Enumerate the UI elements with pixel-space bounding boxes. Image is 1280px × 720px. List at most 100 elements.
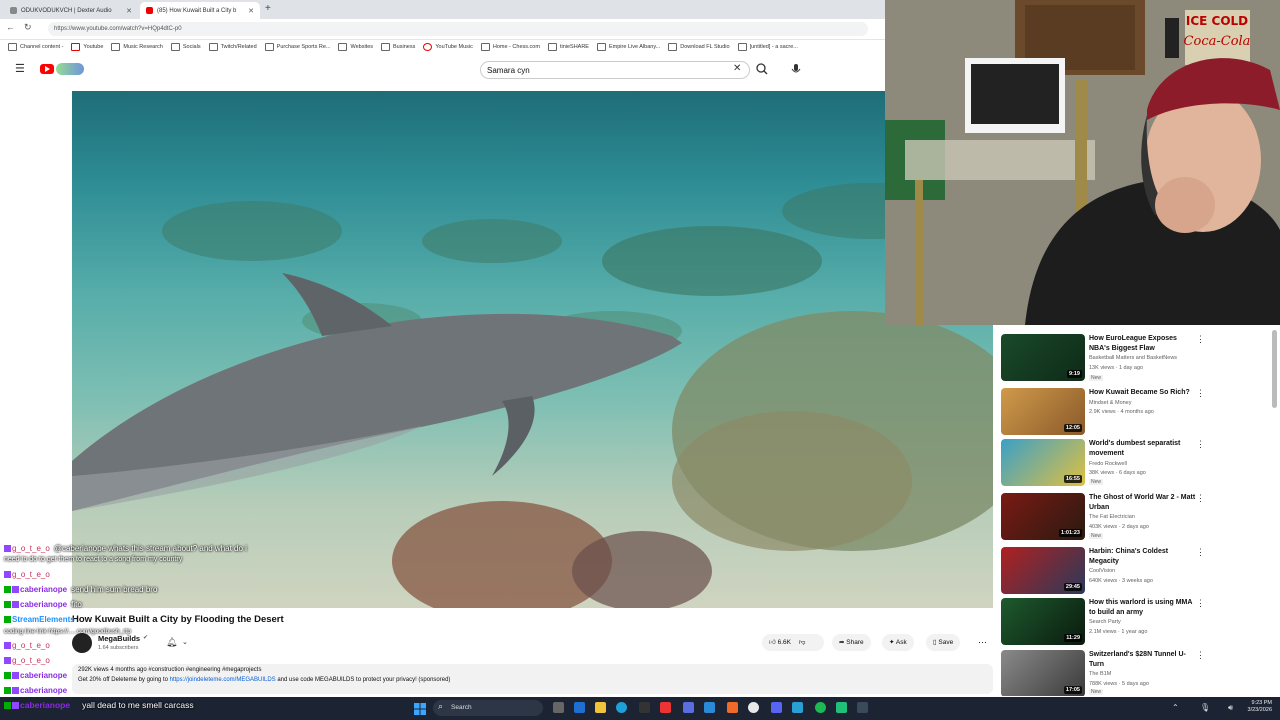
more-options-icon[interactable]: ⋮ — [1196, 388, 1205, 399]
like-button[interactable]: 👍︎ 6.6K — [769, 639, 791, 646]
search-button[interactable] — [752, 60, 772, 78]
recommendation-title[interactable]: Switzerland's $28N Tunnel U-Turn — [1089, 650, 1199, 669]
spotify-icon[interactable] — [815, 702, 826, 713]
thumbnail[interactable]: 11:29 — [1001, 598, 1085, 645]
thumbnail[interactable]: 12:05 — [1001, 388, 1085, 435]
app-icon[interactable] — [836, 702, 847, 713]
bookmark-item[interactable]: Business — [381, 43, 415, 51]
recommendation-item[interactable]: 12:05 How Kuwait Became So Rich? Mindset… — [1001, 388, 1276, 438]
more-options-icon[interactable]: ⋮ — [1196, 650, 1205, 661]
search-input[interactable]: Samara cyn — [480, 61, 750, 79]
volume-icon[interactable]: 🔊︎ — [1228, 703, 1233, 713]
recommendation-item[interactable]: 17:05 Switzerland's $28N Tunnel U-Turn T… — [1001, 650, 1276, 696]
ask-button[interactable]: ✦ Ask — [882, 634, 914, 651]
bookmark-item[interactable]: [untitled] - a sacre... — [737, 43, 798, 51]
app-icon[interactable] — [727, 702, 738, 713]
bookmark-item[interactable]: YouTube Music — [423, 43, 473, 51]
file-explorer-icon[interactable] — [595, 702, 606, 713]
channel-name[interactable]: Search Party — [1089, 619, 1121, 625]
mic-tray-icon[interactable]: 🎙︎ — [1200, 703, 1210, 712]
scrollbar-thumb[interactable] — [1272, 330, 1277, 408]
save-button[interactable]: ▯ Save — [926, 634, 961, 651]
task-view-icon[interactable] — [553, 702, 564, 713]
chrome-icon[interactable] — [748, 702, 759, 713]
more-options-icon[interactable]: ⋮ — [1196, 334, 1205, 345]
channel-name[interactable]: Fredo Rockwell — [1089, 461, 1127, 467]
new-tab-button[interactable]: + — [265, 3, 271, 14]
video-meta: 2.1M views · 1 year ago — [1089, 629, 1148, 635]
voice-search-button[interactable] — [788, 61, 804, 77]
tray-chevron-icon[interactable]: ⌃ — [1172, 703, 1179, 712]
app-icon[interactable] — [639, 702, 650, 713]
menu-icon[interactable]: ☰ — [15, 62, 25, 75]
app-icon[interactable] — [660, 702, 671, 713]
bookmark-item[interactable]: Youtube — [71, 43, 103, 51]
bookmark-item[interactable]: Download FL Studio — [668, 43, 730, 51]
thumbnail[interactable]: 16:55 — [1001, 439, 1085, 486]
channel-name[interactable]: CoolVision — [1089, 568, 1115, 574]
channel-name[interactable]: Mindset & Money — [1089, 400, 1132, 406]
bookmark-item[interactable]: Twitch/Related — [208, 43, 257, 51]
more-options-icon[interactable]: ⋮ — [1196, 547, 1205, 558]
recommendation-title[interactable]: Harbin: China's Coldest Megacity — [1089, 547, 1199, 566]
recommendation-item[interactable]: 1:01:23 The Ghost of World War 2 - Matt … — [1001, 493, 1276, 543]
recommendation-item[interactable]: 11:29 How this warlord is using MMA to b… — [1001, 598, 1276, 648]
tab-dexter[interactable]: ODUKVODUKVCH | Dexter Audio ✕ — [4, 2, 138, 19]
thumbnail[interactable]: 9:19 — [1001, 334, 1085, 381]
channel-name[interactable]: The B1M — [1089, 671, 1111, 677]
video-meta: 2.9K views · 4 months ago — [1089, 409, 1154, 415]
back-icon[interactable]: ← — [6, 22, 15, 32]
windows-start-button[interactable] — [414, 702, 426, 715]
thumbnail[interactable]: 1:01:23 — [1001, 493, 1085, 540]
thumbnail[interactable]: 17:05 — [1001, 650, 1085, 696]
address-bar[interactable]: https://www.youtube.com/watch?v=HQp4dtC-… — [48, 22, 868, 36]
app-icon[interactable] — [857, 702, 868, 713]
recommendation-title[interactable]: The Ghost of World War 2 - Matt Urban — [1089, 493, 1199, 512]
doodle-logo-icon[interactable] — [56, 63, 84, 75]
tab-youtube[interactable]: (85) How Kuwait Built a City b ✕ — [140, 2, 260, 19]
bookmark-item[interactable]: Socials — [170, 43, 201, 51]
channel-name[interactable]: The Fat Electrician — [1089, 514, 1135, 520]
discord-icon[interactable] — [771, 702, 782, 713]
sign-brand: Coca-Cola — [1184, 34, 1251, 49]
app-icon[interactable] — [683, 702, 694, 713]
share-label: Share — [846, 639, 864, 646]
recommendation-title[interactable]: World's dumbest separatist movement — [1089, 439, 1199, 458]
video-player[interactable] — [72, 91, 993, 608]
video-meta: 788K views · 5 days ago — [1089, 681, 1149, 687]
taskbar-search[interactable]: Search — [433, 700, 543, 716]
more-actions-icon[interactable]: ⋯ — [978, 637, 987, 648]
close-icon[interactable]: ✕ — [248, 7, 254, 15]
dislike-button[interactable]: 👎︎ — [799, 639, 806, 646]
close-icon[interactable]: ✕ — [126, 7, 132, 15]
bookmark-item[interactable]: Empire Live Albany... — [596, 43, 660, 51]
bookmark-item[interactable]: tinieSHARE — [547, 43, 589, 51]
recommendation-item[interactable]: 29:45 Harbin: China's Coldest Megacity C… — [1001, 547, 1276, 597]
edge-icon[interactable] — [616, 702, 627, 713]
app-icon[interactable] — [574, 702, 585, 713]
system-clock[interactable]: 9:23 PM 3/23/2026 — [1240, 700, 1272, 714]
chat-username: caberianope — [20, 700, 71, 710]
recommendation-title[interactable]: How this warlord is using MMA to build a… — [1089, 598, 1199, 617]
recommendation-item[interactable]: 16:55 World's dumbest separatist movemen… — [1001, 439, 1276, 489]
more-options-icon[interactable]: ⋮ — [1196, 439, 1205, 450]
more-options-icon[interactable]: ⋮ — [1196, 598, 1205, 609]
thumbnail[interactable]: 29:45 — [1001, 547, 1085, 594]
bookmark-item[interactable]: Home - Chess.com — [480, 43, 540, 51]
reload-icon[interactable]: ↻ — [24, 22, 32, 33]
bookmark-item[interactable]: Music Research — [111, 43, 163, 51]
bookmark-item[interactable]: Purchase Sports Re... — [264, 43, 330, 51]
app-icon[interactable] — [792, 702, 803, 713]
app-icon[interactable] — [704, 702, 715, 713]
more-options-icon[interactable]: ⋮ — [1196, 493, 1205, 504]
share-button[interactable]: ➦ Share — [832, 634, 871, 651]
youtube-logo-icon[interactable] — [40, 64, 54, 74]
bookmark-item[interactable]: Websites — [338, 43, 373, 51]
channel-name[interactable]: Basketball Matters and BasketNews — [1089, 355, 1177, 361]
recommendation-item[interactable]: 9:19 How EuroLeague Exposes NBA's Bigges… — [1001, 334, 1276, 384]
bookmark-item[interactable]: Channel content - — [8, 43, 63, 51]
recommendation-title[interactable]: How EuroLeague Exposes NBA's Biggest Fla… — [1089, 334, 1199, 353]
new-badge: New — [1089, 689, 1104, 695]
clear-search-icon[interactable]: ✕ — [733, 63, 741, 74]
recommendation-title[interactable]: How Kuwait Became So Rich? — [1089, 388, 1199, 398]
